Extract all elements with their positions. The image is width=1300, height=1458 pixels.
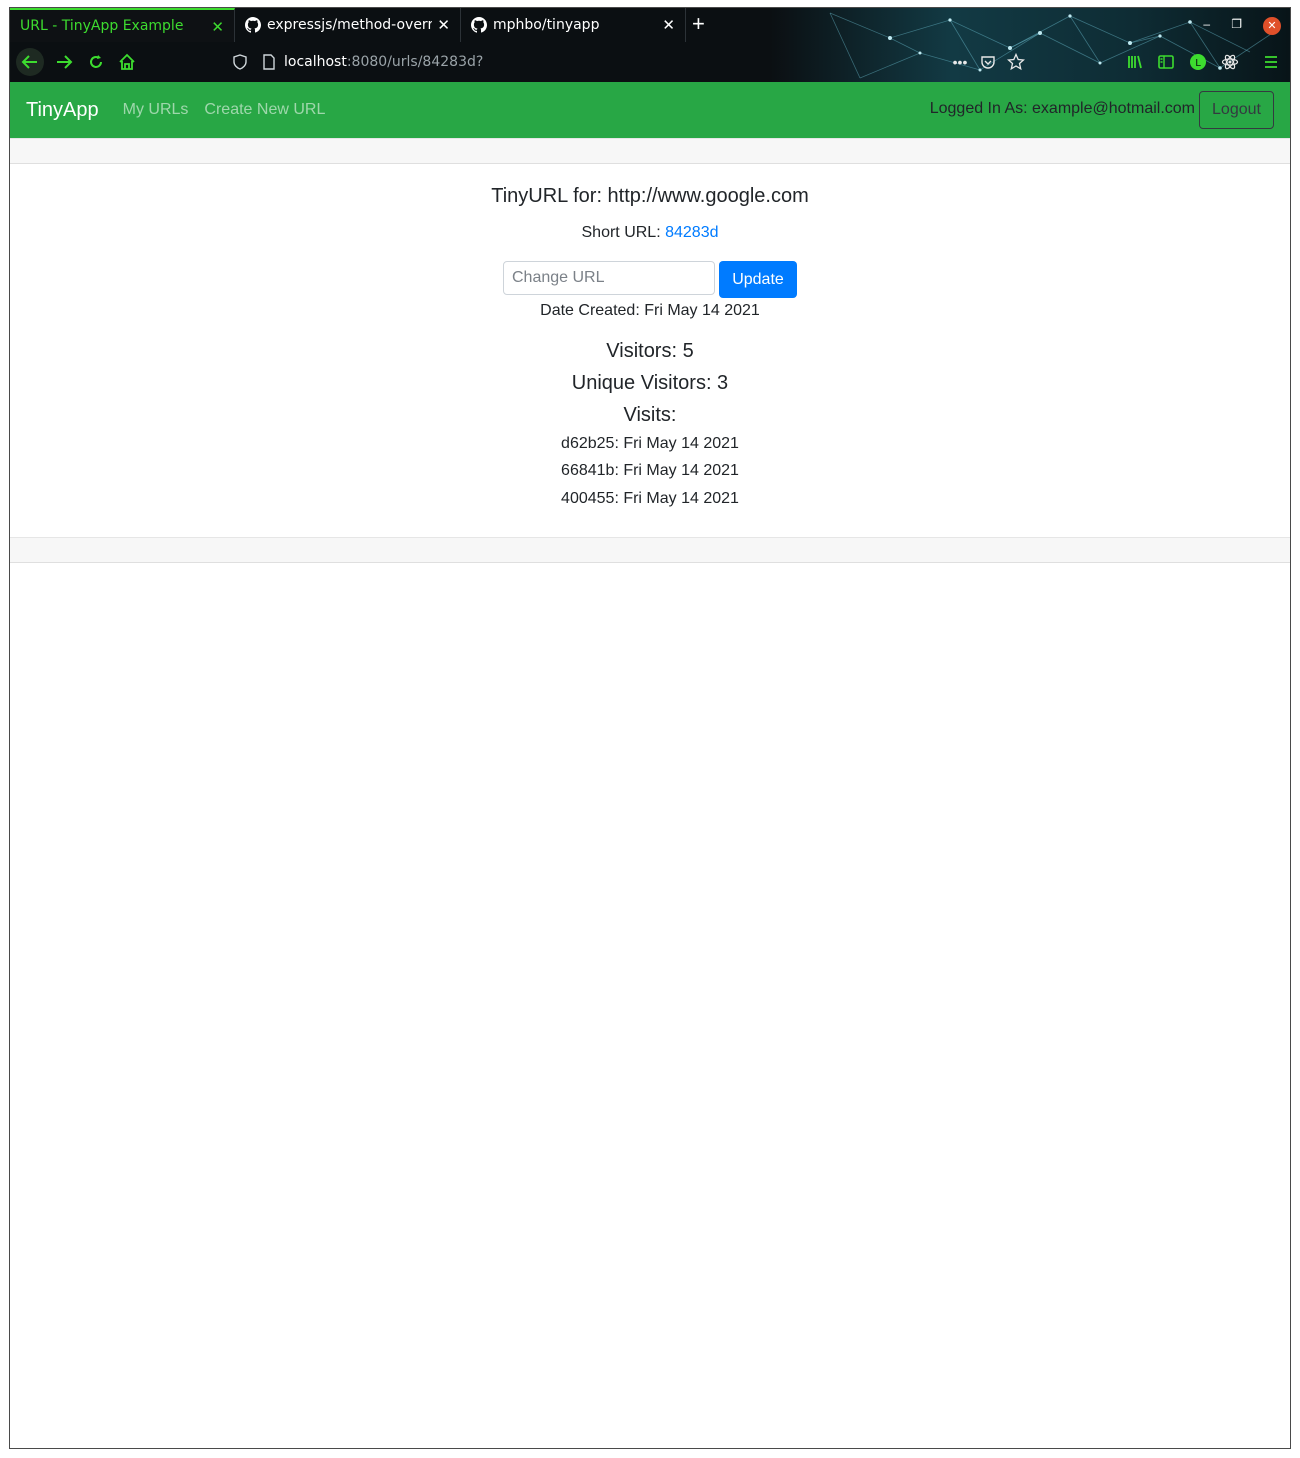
logged-in-text: Logged In As: example@hotmail.com (929, 100, 1195, 117)
page-content: TinyApp My URLs Create New URL Logged In… (10, 82, 1290, 1448)
svg-text:L: L (1195, 58, 1201, 69)
menu-icon[interactable] (1261, 52, 1281, 72)
logout-button[interactable]: Logout (1199, 91, 1274, 129)
maximize-icon[interactable]: ❐ (1231, 17, 1242, 31)
reload-icon[interactable] (82, 48, 110, 76)
update-button[interactable]: Update (719, 261, 797, 298)
github-icon (471, 17, 487, 33)
url-host: localhost (284, 54, 347, 70)
back-icon[interactable] (16, 48, 44, 76)
tab-tinyapp-repo[interactable]: mphbo/tinyapp ✕ (461, 8, 686, 42)
shield-icon[interactable] (232, 54, 248, 70)
sidebar-icon[interactable] (1156, 52, 1176, 72)
short-url-link[interactable]: 84283d (665, 224, 718, 241)
change-url-input[interactable] (503, 261, 715, 295)
url-path: :8080/urls/84283d? (346, 54, 484, 70)
minimize-icon[interactable]: – (1203, 17, 1210, 31)
tab-close-icon[interactable]: ✕ (662, 16, 675, 34)
tab-title: mphbo/tinyapp (493, 17, 600, 33)
tab-method-override[interactable]: expressjs/method-overri ✕ (235, 8, 461, 42)
short-url-line: Short URL: 84283d (10, 224, 1290, 242)
browser-chrome: URL - TinyApp Example ✕ expressjs/method… (10, 8, 1290, 82)
unique-visitors-count: Unique Visitors: 3 (571, 372, 729, 394)
react-devtools-icon[interactable] (1220, 52, 1240, 72)
nav-link-my-urls[interactable]: My URLs (123, 101, 189, 119)
url-details-card: TinyURL for: http://www.google.com Short… (10, 164, 1290, 537)
visit-item: 66841b: Fri May 14 2021 (561, 462, 739, 479)
window-close-icon[interactable]: ✕ (1263, 17, 1281, 35)
github-icon (245, 17, 261, 33)
visit-item: d62b25: Fri May 14 2021 (561, 435, 739, 452)
browser-toolbar: localhost:8080/urls/84283d? ••• L (10, 42, 1290, 82)
tab-title: URL - TinyApp Example (20, 18, 184, 34)
tab-close-icon[interactable]: ✕ (437, 16, 450, 34)
nav-link-create-new-url[interactable]: Create New URL (204, 101, 325, 119)
update-url-form: Update (503, 261, 797, 298)
pocket-icon[interactable] (978, 52, 998, 72)
app-navbar: TinyApp My URLs Create New URL Logged In… (10, 82, 1290, 138)
address-bar[interactable]: localhost:8080/urls/84283d? (232, 47, 1052, 77)
visitors-count: Visitors: 5 (606, 340, 694, 362)
browser-window: URL - TinyApp Example ✕ expressjs/method… (9, 7, 1291, 1449)
forward-icon[interactable] (50, 48, 78, 76)
new-tab-icon[interactable]: + (692, 13, 705, 35)
more-actions-icon[interactable]: ••• (950, 52, 970, 72)
extension-l-icon[interactable]: L (1188, 52, 1208, 72)
visits-heading: Visits: (623, 404, 677, 426)
card-header (10, 138, 1290, 164)
bookmark-star-icon[interactable] (1006, 52, 1026, 72)
tab-title: expressjs/method-overri (267, 17, 432, 33)
tab-tinyapp[interactable]: URL - TinyApp Example ✕ (10, 8, 235, 42)
tab-close-icon[interactable]: ✕ (211, 18, 224, 36)
page-title: TinyURL for: http://www.google.com (491, 185, 809, 207)
page-icon (263, 54, 275, 70)
tab-bar: URL - TinyApp Example ✕ expressjs/method… (10, 8, 1290, 42)
visit-item: 400455: Fri May 14 2021 (561, 490, 739, 507)
short-url-label: Short URL: (581, 224, 661, 241)
home-icon[interactable] (113, 48, 141, 76)
brand-link[interactable]: TinyApp (26, 99, 99, 122)
date-created: Date Created: Fri May 14 2021 (540, 302, 760, 319)
library-icon[interactable] (1125, 52, 1145, 72)
card-footer (10, 537, 1290, 563)
